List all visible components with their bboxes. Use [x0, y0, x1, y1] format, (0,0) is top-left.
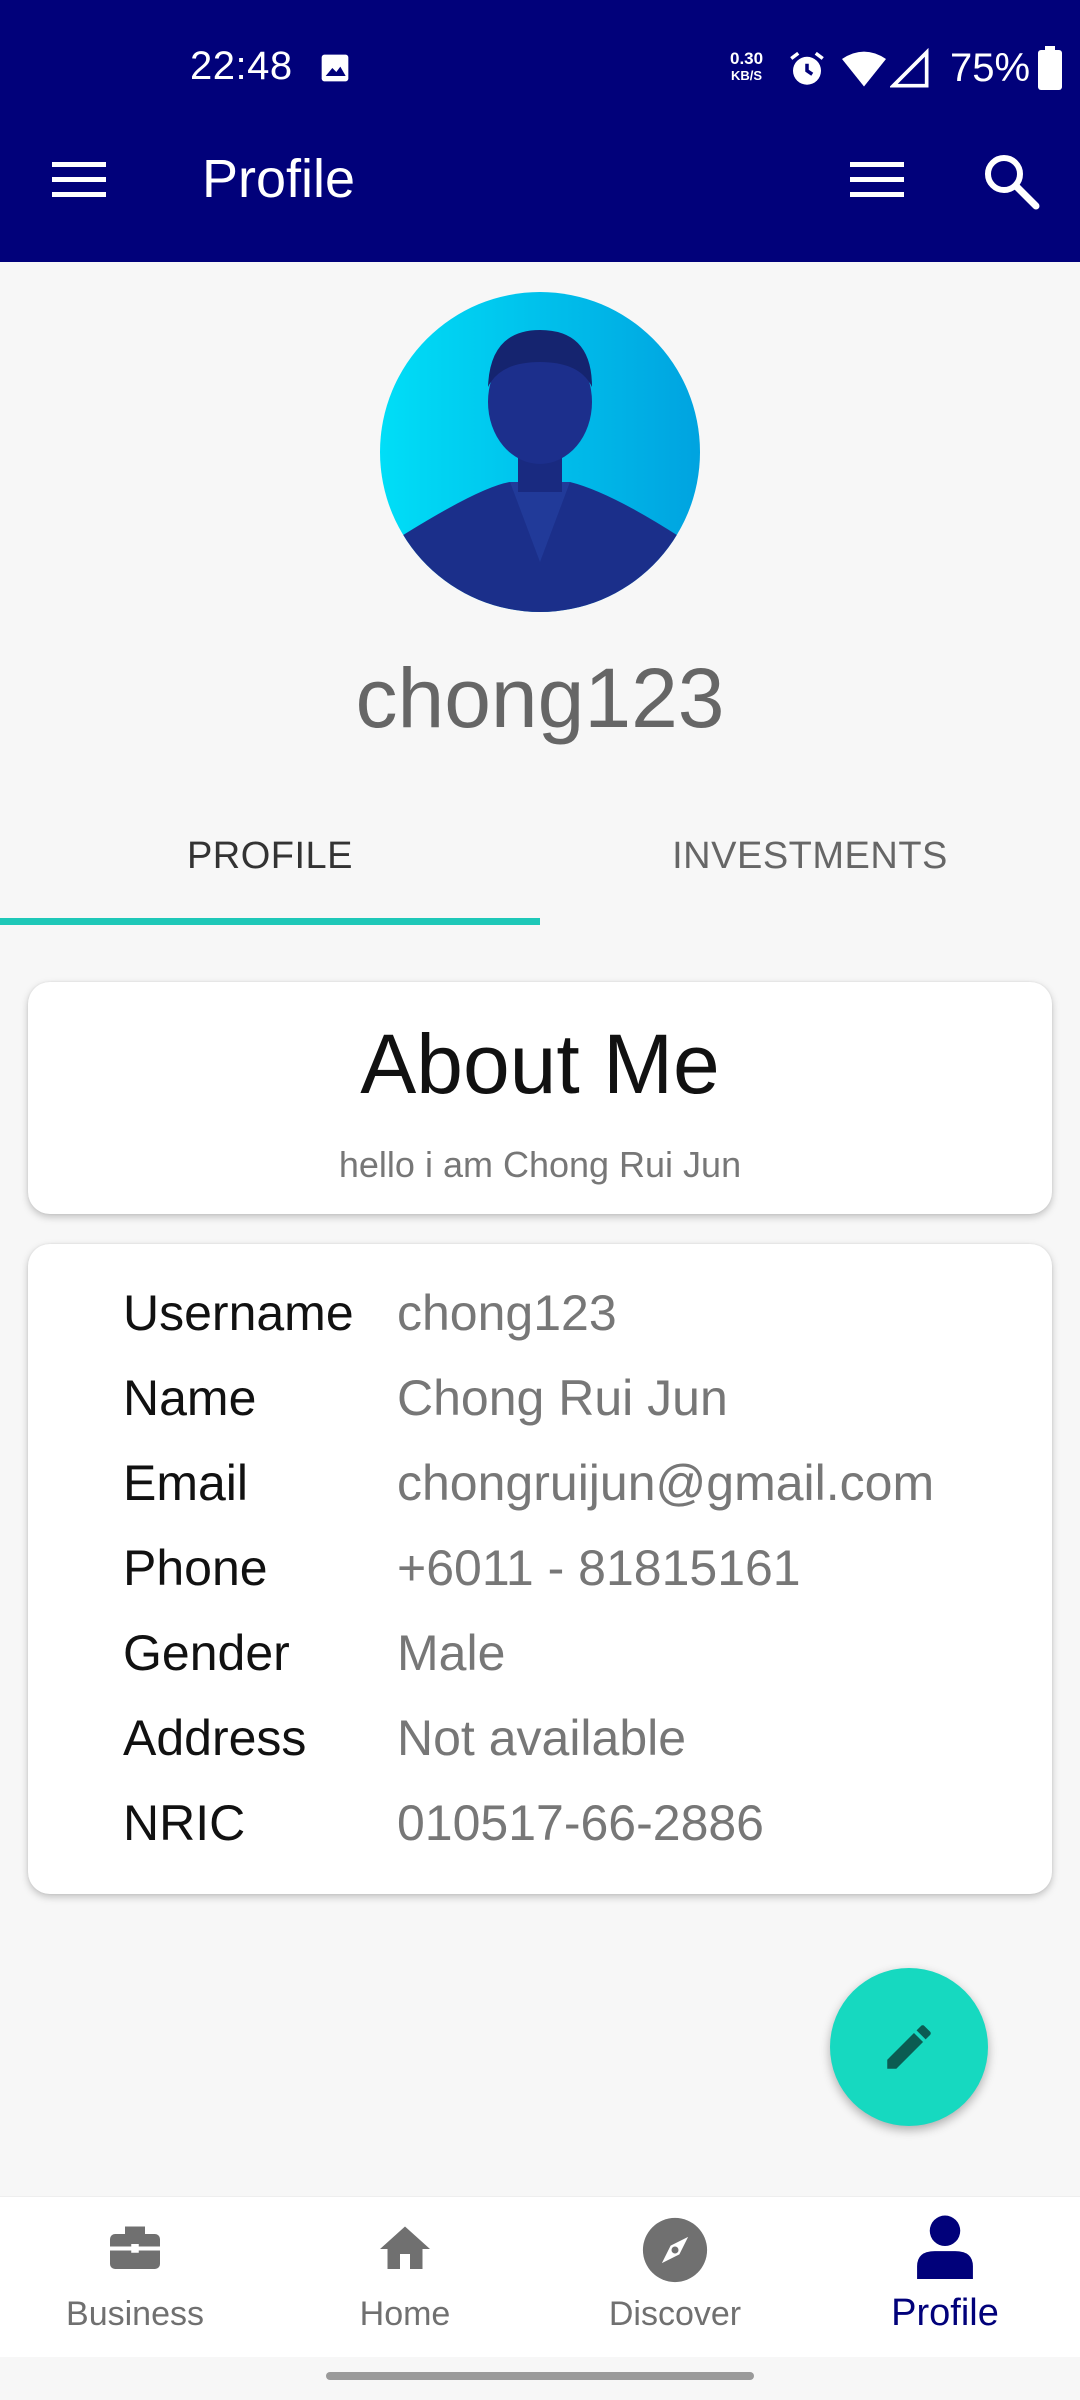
about-text: hello i am Chong Rui Jun — [338, 1144, 742, 1185]
profile-username: chong123 — [355, 651, 725, 745]
search-icon[interactable] — [982, 152, 1040, 210]
app-bar: 22:48 0.30 KB/S 75% Profile — [0, 0, 1080, 262]
info-label: Username — [123, 1285, 354, 1341]
compass-icon — [642, 2217, 708, 2283]
info-value: Chong Rui Jun — [397, 1370, 728, 1426]
wifi-icon — [842, 51, 886, 87]
info-row-phone: Phone +6011 - 81815161 — [28, 1539, 1052, 1624]
info-value: chongruijun@gmail.com — [397, 1455, 935, 1511]
bottom-navigation: Business Home Discover Profile — [0, 2196, 1080, 2357]
info-row-address: Address Not available — [28, 1709, 1052, 1794]
nav-label: Home — [359, 2295, 451, 2333]
battery-icon — [1038, 46, 1062, 90]
info-row-gender: Gender Male — [28, 1624, 1052, 1709]
info-row-email: Email chongruijun@gmail.com — [28, 1454, 1052, 1539]
info-label: Address — [123, 1710, 307, 1766]
status-icons: 0.30 KB/S 75% — [660, 38, 1080, 98]
info-value: 010517-66-2886 — [397, 1795, 764, 1851]
nav-item-discover[interactable]: Discover — [540, 2197, 810, 2357]
info-value: Male — [397, 1625, 506, 1681]
network-speed: 0.30 KB/S — [730, 50, 763, 84]
status-time: 22:48 — [190, 44, 293, 88]
info-value: Not available — [397, 1710, 687, 1766]
info-row-name: Name Chong Rui Jun — [28, 1369, 1052, 1454]
network-speed-unit: KB/S — [731, 68, 763, 83]
info-label: Email — [123, 1455, 249, 1511]
person-icon — [917, 2215, 973, 2279]
battery-percent: 75% — [950, 46, 1031, 90]
gallery-notification-icon — [321, 54, 349, 82]
about-title: About Me — [360, 1017, 720, 1111]
nav-label: Profile — [891, 2292, 999, 2334]
nav-item-profile[interactable]: Profile — [810, 2197, 1080, 2357]
tab-profile[interactable]: PROFILE — [0, 800, 540, 926]
about-me-card: About Me hello i am Chong Rui Jun — [28, 982, 1052, 1214]
nav-label: Discover — [608, 2295, 742, 2333]
network-speed-value: 0.30 — [730, 49, 764, 68]
info-label: Name — [123, 1370, 257, 1426]
drawer-menu-icon[interactable] — [52, 160, 106, 200]
pencil-icon — [887, 2025, 931, 2069]
info-label: Phone — [123, 1540, 268, 1596]
info-label: NRIC — [123, 1795, 246, 1851]
nav-item-home[interactable]: Home — [270, 2197, 540, 2357]
profile-info-card: Username chong123 Name Chong Rui Jun Ema… — [28, 1244, 1052, 1894]
cellular-signal-icon — [890, 48, 929, 88]
tab-investments[interactable]: INVESTMENTS — [540, 800, 1080, 926]
home-icon — [380, 2226, 430, 2269]
profile-tabs: PROFILE INVESTMENTS — [0, 800, 1080, 926]
avatar — [380, 292, 700, 612]
tab-indicator — [0, 918, 540, 925]
edit-profile-button[interactable] — [830, 1968, 988, 2126]
nav-label: Business — [66, 2295, 204, 2333]
briefcase-icon — [110, 2226, 160, 2269]
home-indicator[interactable] — [326, 2372, 754, 2380]
page-title: Profile — [202, 149, 356, 209]
nav-item-business[interactable]: Business — [0, 2197, 270, 2357]
info-value: +6011 - 81815161 — [397, 1540, 801, 1596]
alarm-icon — [790, 51, 824, 85]
info-label: Gender — [123, 1625, 290, 1681]
avatar-person-icon — [380, 292, 700, 612]
options-menu-icon[interactable] — [850, 160, 904, 200]
info-row-nric: NRIC 010517-66-2886 — [28, 1794, 1052, 1879]
info-value: chong123 — [397, 1285, 617, 1341]
info-row-username: Username chong123 — [28, 1284, 1052, 1369]
